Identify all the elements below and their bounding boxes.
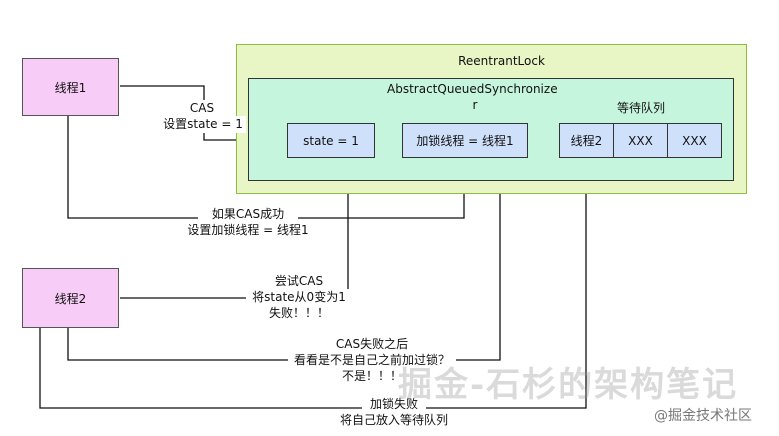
reentrant-lock-title: ReentrantLock [458, 54, 545, 68]
queue-item-xxx-2: XXX [667, 123, 722, 158]
aqs-title-line1: AbstractQueuedSynchronize [387, 82, 558, 96]
queue-item-thread2: 线程2 [559, 123, 614, 158]
lock-thread-box: 加锁线程 = 线程1 [402, 123, 528, 158]
cas-success-line1: 如果CAS成功 [198, 206, 298, 223]
cas-fail-line1: CAS失败之后 [332, 336, 412, 353]
state-box: state = 1 [287, 123, 375, 158]
queue-item-label: XXX [628, 133, 653, 148]
thread2-box: 线程2 [22, 268, 119, 328]
thread1-label: 线程1 [54, 80, 87, 95]
queue-item-label: 线程2 [570, 134, 603, 148]
try-cas-line1: 尝试CAS [264, 273, 334, 290]
queue-item-label: XXX [682, 133, 707, 148]
try-cas-line3: 失败！！！ [264, 305, 334, 322]
queue-item-xxx-1: XXX [613, 123, 668, 158]
thread2-label: 线程2 [54, 291, 87, 306]
try-cas-line2: 将state从0变为1 [246, 289, 352, 306]
state-label: state = 1 [303, 133, 359, 148]
queue-title: 等待队列 [616, 101, 665, 115]
cas-success-line2: 设置加锁线程 = 线程1 [176, 222, 320, 239]
lock-fail-line2: 将自己放入等待队列 [338, 412, 450, 429]
cas-label-line2: 设置state = 1 [160, 116, 246, 133]
footer-credit: @掘金技术社区 [654, 408, 752, 424]
cas-label-line1: CAS [172, 100, 232, 117]
aqs-title-line2: r [472, 98, 478, 112]
lock-thread-label: 加锁线程 = 线程1 [416, 134, 514, 148]
thread1-box: 线程1 [22, 58, 119, 116]
watermark-text: 掘金-石杉的架构笔记 [398, 365, 739, 405]
